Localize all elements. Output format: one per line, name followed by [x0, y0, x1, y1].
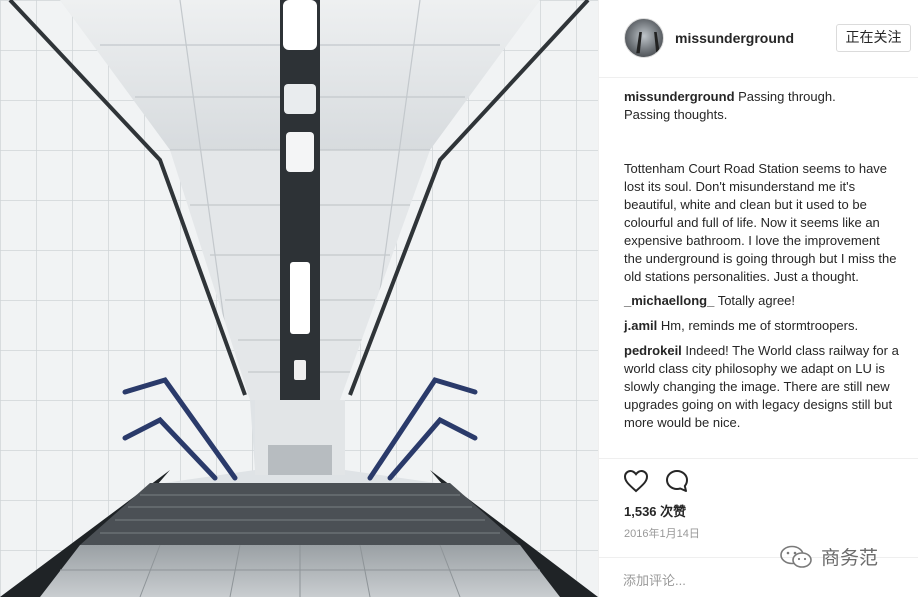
following-button[interactable]: 正在关注	[836, 24, 911, 52]
comment-username[interactable]: _michaellong_	[624, 293, 714, 308]
add-comment-input[interactable]: 添加评论...	[623, 570, 783, 589]
watermark: 商务范	[779, 543, 878, 570]
watermark-text: 商务范	[821, 547, 879, 569]
post-header: missunderground 正在关注	[599, 0, 918, 78]
comments-list: missunderground Passing through. Passing…	[624, 88, 899, 439]
avatar[interactable]	[624, 18, 664, 58]
comment-text: Totally agree!	[717, 293, 796, 308]
comment-username[interactable]: pedrokeil	[624, 343, 682, 358]
caption-username[interactable]: missunderground	[624, 89, 735, 104]
comment-item: _michaellong_ Totally agree!	[624, 292, 899, 310]
comment-text: Hm, reminds me of stormtroopers.	[660, 318, 859, 333]
wechat-icon	[780, 545, 812, 568]
comment-item: j.amil Hm, reminds me of stormtroopers.	[624, 317, 899, 335]
likes-count[interactable]: 1,536 次赞	[624, 501, 686, 520]
post-actions: 1,536 次赞 2016年1月14日 添加评论... 商务范	[599, 458, 918, 597]
comment-username[interactable]: j.amil	[624, 318, 657, 333]
comment-item: pedrokeil Indeed! The World class railwa…	[624, 342, 899, 432]
post-caption: missunderground Passing through. Passing…	[624, 88, 899, 286]
heart-icon[interactable]	[623, 469, 649, 493]
caption-text: Passing through. Passing thoughts. Totte…	[624, 89, 897, 284]
post-details-panel: missunderground 正在关注 missunderground Pas…	[598, 0, 918, 597]
post-date: 2016年1月14日	[624, 528, 700, 540]
post-username[interactable]: missunderground	[675, 30, 794, 46]
comment-icon[interactable]	[665, 469, 689, 493]
post-photo	[0, 0, 598, 597]
